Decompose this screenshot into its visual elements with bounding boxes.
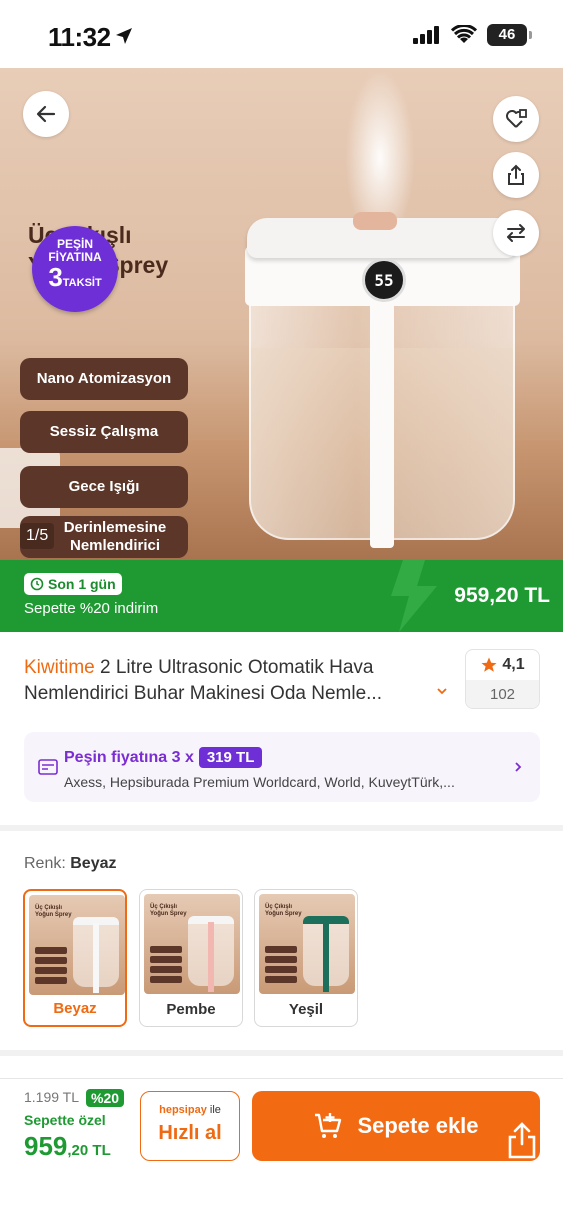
cart-plus-icon (315, 1113, 342, 1138)
timer-icon (30, 577, 44, 591)
back-button[interactable] (23, 91, 69, 137)
thumb-tube (93, 923, 99, 993)
section-divider (0, 825, 563, 831)
steam-plume (345, 68, 415, 218)
humidifier-illustration: 55 (245, 212, 520, 548)
device-display: 55 (362, 258, 406, 302)
final-price: 959,20 TL (24, 1131, 111, 1161)
installment-amount: 319 TL (198, 747, 263, 768)
installment-cards: Axess, Hepsiburada Premium Worldcard, Wo… (64, 774, 455, 790)
section-divider (0, 1050, 563, 1056)
color-thumbnail: Üç Çıkışlı Yoğun Sprey (144, 894, 240, 994)
bottom-purchase-bar: 1.199 TL %20 Sepette özel 959,20 TL heps… (0, 1078, 563, 1219)
brand-link[interactable]: Kiwitime (24, 657, 95, 678)
color-option-pembe[interactable]: Üç Çıkışlı Yoğun Sprey Pembe (139, 889, 243, 1027)
heart-list-icon (506, 109, 527, 128)
add-to-cart-button[interactable]: Sepete ekle (252, 1091, 540, 1161)
installment-info[interactable]: Peşin fiyatına 3 x 319 TL Axess, Hepsibu… (24, 732, 540, 802)
add-to-list-button[interactable] (493, 96, 539, 142)
arrow-left-icon (36, 105, 56, 123)
installment-prefix: Peşin fiyatına 3 x (64, 748, 194, 766)
share-icon[interactable] (505, 1120, 539, 1160)
feature-pill: Sessiz Çalışma (20, 411, 188, 453)
color-option-yesil[interactable]: Üç Çıkışlı Yoğun Sprey Yeşil (254, 889, 358, 1027)
compare-arrows-icon (507, 224, 525, 242)
product-title[interactable]: Kiwitime 2 Litre Ultrasonic Otomatik Hav… (24, 655, 444, 707)
hepsipay-logo: hepsipay (159, 1104, 207, 1116)
signal-icon (413, 26, 439, 44)
chevron-right-icon (515, 762, 522, 772)
promo-banner: Son 1 gün Sepette %20 indirim 959,20 TL (0, 560, 563, 632)
share-icon (508, 164, 524, 185)
image-counter: 1/5 (20, 523, 55, 549)
card-icon (38, 759, 58, 775)
special-price-label: Sepette özel (24, 1112, 106, 1128)
color-thumbnail: Üç Çıkışlı Yoğun Sprey (259, 894, 355, 994)
color-label: Renk: Beyaz (24, 855, 117, 872)
color-thumbnail: Üç Çıkışlı Yoğun Sprey (29, 895, 125, 995)
banner-discount-text: Sepette %20 indirim (24, 600, 159, 617)
product-image-gallery[interactable]: 55 Üç Çıkışlı Yoğun Sprey PEŞİN FİYATINA… (0, 68, 563, 560)
lightning-icon (391, 560, 437, 632)
chevron-down-icon[interactable] (435, 684, 449, 698)
rating-value: 4,1 (502, 656, 525, 673)
compare-button[interactable] (493, 210, 539, 256)
clock: 11:32 (48, 22, 111, 52)
thumb-tube (323, 922, 329, 992)
old-price: 1.199 TL (24, 1089, 80, 1105)
feature-pill: Nano Atomizasyon (20, 358, 188, 400)
feature-pill: Gece Işığı (20, 466, 188, 508)
rating-box[interactable]: 4,1 102 (465, 649, 540, 709)
battery-indicator: 46 (487, 24, 532, 46)
status-bar: 11:32 46 (0, 0, 563, 68)
discount-badge: %20 (86, 1089, 125, 1107)
installment-badge: PEŞİN FİYATINA 3TAKSİT (32, 226, 118, 312)
location-arrow-icon (116, 28, 132, 44)
countdown-tag: Son 1 gün (24, 573, 122, 595)
star-icon (481, 657, 497, 672)
thumb-tube (208, 922, 214, 992)
wifi-icon (451, 25, 477, 43)
color-option-beyaz[interactable]: Üç Çıkışlı Yoğun Sprey Beyaz (23, 889, 127, 1027)
quick-buy-button[interactable]: hepsipay ile Hızlı al (140, 1091, 240, 1161)
review-count: 102 (466, 680, 539, 708)
banner-price: 959,20 TL (454, 584, 550, 607)
share-button[interactable] (493, 152, 539, 198)
